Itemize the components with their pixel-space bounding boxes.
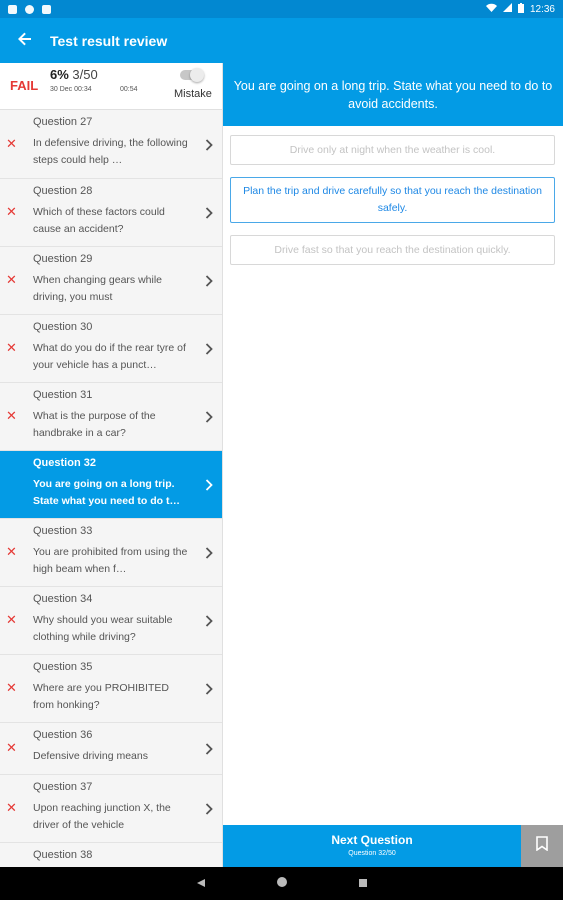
question-preview: When changing gears while driving, you m… [33, 274, 162, 303]
wrong-answer-icon: ✕ [6, 680, 17, 695]
question-preview: You are going on a long trip. State what… [33, 478, 181, 507]
wrong-answer-icon: ✕ [6, 136, 17, 151]
page-title: Test result review [50, 32, 168, 49]
signal-icon [502, 3, 512, 15]
wrong-answer-icon: ✕ [6, 740, 17, 755]
bookmark-icon [536, 836, 548, 856]
wrong-answer-icon: ✕ [6, 272, 17, 287]
question-preview: Upon reaching junction X, the driver of … [33, 802, 171, 831]
chevron-right-icon [203, 682, 215, 695]
question-number: Question 32 [33, 457, 96, 469]
question-list-item[interactable]: Question 27 In defensive driving, the fol… [0, 110, 222, 179]
wrong-answer-icon: ✕ [6, 612, 17, 627]
question-preview: In defensive driving, the following step… [33, 137, 188, 166]
chevron-right-icon [203, 802, 215, 815]
question-preview: Why should you wear suitable clothing wh… [33, 614, 173, 643]
chevron-right-icon [203, 342, 215, 355]
battery-icon [517, 2, 524, 16]
nav-recents-icon[interactable] [358, 875, 368, 893]
mistake-label: Mistake [174, 88, 212, 100]
chevron-right-icon [203, 138, 215, 151]
sync-icon [25, 4, 34, 14]
question-number: Question 37 [33, 781, 93, 793]
question-list-item[interactable]: Question 30 What do you do if the rear ty… [0, 315, 222, 383]
chevron-right-icon [203, 546, 215, 559]
question-number: Question 27 [33, 116, 93, 128]
bookmark-button[interactable] [521, 825, 563, 867]
wrong-answer-icon: ✕ [6, 800, 17, 815]
nav-back-icon[interactable] [196, 875, 206, 893]
question-number: Question 34 [33, 593, 93, 605]
question-list-pane: FAIL 6% 3/50 30 Dec 00:34 00:54 Mistake … [0, 63, 223, 867]
question-list: Question 27 In defensive driving, the fol… [0, 110, 222, 867]
question-number: Question 38 [33, 849, 93, 861]
question-number: Question 30 [33, 321, 93, 333]
answer-option[interactable]: Drive fast so that you reach the destina… [230, 235, 555, 265]
test-date: 30 Dec 00:34 [50, 86, 92, 93]
question-preview: Which of these factors could cause an ac… [33, 206, 165, 235]
wifi-icon [485, 3, 497, 15]
question-preview: You are prohibited from using the high b… [33, 546, 188, 575]
question-list-item[interactable]: Question 29 When changing gears while dri… [0, 247, 222, 315]
score-percent: 6% [50, 67, 69, 82]
answer-option[interactable]: Drive only at night when the weather is … [230, 135, 555, 165]
question-list-item[interactable]: Question 36 Defensive driving means ✕ [0, 723, 222, 775]
question-text: You are going on a long trip. State what… [223, 63, 563, 126]
system-nav-bar [0, 867, 563, 900]
notification-icon [8, 4, 17, 14]
question-number: Question 29 [33, 253, 93, 265]
mistake-toggle[interactable] [180, 68, 204, 82]
question-number: Question 33 [33, 525, 93, 537]
question-list-item[interactable]: Question 35 Where are you PROHIBITED from… [0, 655, 222, 723]
question-number: Question 28 [33, 185, 93, 197]
wrong-answer-icon: ✕ [6, 204, 17, 219]
nav-home-icon[interactable] [276, 875, 288, 893]
question-preview: Defensive driving means [33, 750, 148, 762]
question-detail-pane: You are going on a long trip. State what… [223, 63, 563, 825]
question-list-item[interactable]: Question 31 What is the purpose of the ha… [0, 383, 222, 451]
question-preview: What do you do if the rear tyre of your … [33, 342, 186, 371]
chevron-right-icon [203, 274, 215, 287]
question-list-item[interactable]: Question 28 Which of these factors could … [0, 179, 222, 247]
wrong-answer-icon: ✕ [6, 340, 17, 355]
question-number: Question 31 [33, 389, 93, 401]
result-summary: FAIL 6% 3/50 30 Dec 00:34 00:54 Mistake [0, 63, 222, 110]
arrow-back-icon [18, 30, 32, 51]
chevron-right-icon [203, 742, 215, 755]
status-bar: 12:36 [0, 0, 563, 18]
question-list-item[interactable]: Question 32 You are going on a long trip.… [0, 451, 222, 519]
question-number: Question 36 [33, 729, 93, 741]
status-time: 12:36 [529, 3, 555, 15]
wrong-answer-icon: ✕ [6, 408, 17, 423]
result-status: FAIL [10, 78, 39, 93]
elapsed-time: 00:54 [120, 86, 138, 93]
app-bar: Test result review [0, 18, 563, 63]
chevron-right-icon [203, 206, 215, 219]
question-preview: What is the purpose of the handbrake in … [33, 410, 156, 439]
wrong-answer-icon: ✕ [6, 544, 17, 559]
question-progress: Question 32/50 [348, 850, 396, 857]
question-list-item[interactable]: Question 34 Why should you wear suitable … [0, 587, 222, 655]
question-list-item[interactable]: Question 38 [0, 843, 222, 867]
chevron-right-icon [203, 614, 215, 627]
question-list-item[interactable]: Question 37 Upon reaching junction X, the… [0, 775, 222, 843]
score: 6% 3/50 [50, 67, 98, 82]
question-number: Question 35 [33, 661, 93, 673]
score-fraction: 3/50 [72, 67, 98, 82]
answer-option-correct[interactable]: Plan the trip and drive carefully so tha… [230, 177, 555, 223]
question-preview: Where are you PROHIBITED from honking? [33, 682, 169, 711]
next-question-button[interactable]: Next Question Question 32/50 [223, 825, 521, 867]
chevron-right-icon [203, 478, 215, 491]
next-question-label: Next Question [331, 833, 413, 847]
question-list-item[interactable]: Question 33 You are prohibited from using… [0, 519, 222, 587]
file-icon [42, 4, 51, 14]
back-button[interactable] [0, 30, 50, 51]
chevron-right-icon [203, 410, 215, 423]
